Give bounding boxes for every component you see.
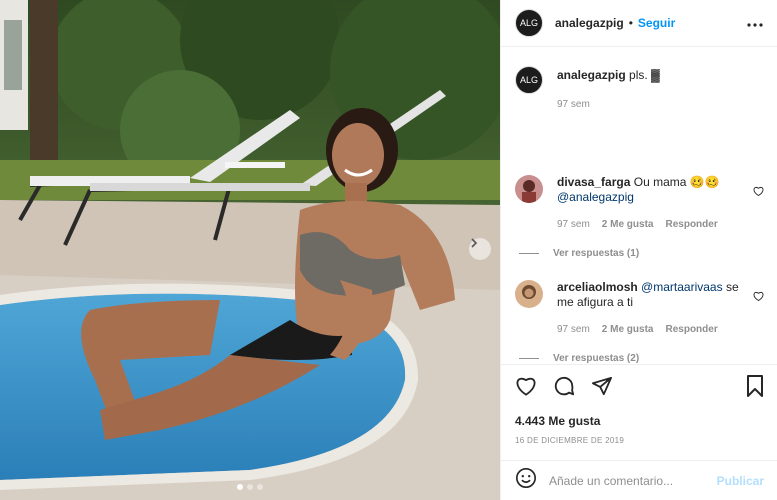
reply-button[interactable]: Responder <box>665 217 717 232</box>
caption: ALG analegazpig pls. ▓ 97 sem <box>515 66 764 112</box>
share-icon[interactable] <box>591 376 613 401</box>
comment-mention[interactable]: @analegazpig <box>557 190 634 204</box>
comments-list[interactable]: ALG analegazpig pls. ▓ 97 sem divasa_far… <box>501 48 777 364</box>
avatar[interactable] <box>515 175 543 203</box>
separator-dot: • <box>628 16 633 30</box>
comment-input[interactable]: Añade un comentario... <box>549 474 717 488</box>
post-date[interactable]: 16 DE DICIEMBRE DE 2019 <box>501 428 777 445</box>
comment-time[interactable]: 97 sem <box>557 217 590 232</box>
emoji-icon[interactable] <box>515 467 537 494</box>
comment-like-icon[interactable] <box>753 183 764 201</box>
publish-button[interactable]: Publicar <box>717 474 764 488</box>
likes-count[interactable]: 4.443 Me gusta <box>501 402 777 428</box>
view-replies-button[interactable]: Ver respuestas (1) <box>519 248 764 259</box>
carousel-indicator <box>0 484 500 490</box>
post-side-panel: ALG analegazpig • Seguir ALG analegazpig… <box>500 0 777 500</box>
chevron-right-icon <box>471 238 478 248</box>
follow-button[interactable]: Seguir <box>638 16 675 30</box>
comment-item: arceliaolmosh @martaarivaas se me afigur… <box>515 280 764 364</box>
comment-username[interactable]: divasa_farga <box>557 175 630 189</box>
avatar[interactable]: ALG <box>515 66 543 94</box>
view-replies-button[interactable]: Ver respuestas (2) <box>519 353 764 364</box>
view-replies-label: Ver respuestas (1) <box>553 248 640 259</box>
comment-like-icon[interactable] <box>753 288 764 306</box>
next-image-button[interactable] <box>469 238 491 260</box>
avatar[interactable] <box>515 280 543 308</box>
comment-item: divasa_farga Ou mama 🥴🥴 @analegazpig 97 … <box>515 175 764 259</box>
caption-username[interactable]: analegazpig <box>557 68 626 82</box>
avatar[interactable]: ALG <box>515 9 543 37</box>
comment-text: Ou mama 🥴🥴 <box>633 175 720 189</box>
comment-username[interactable]: arceliaolmosh <box>557 280 638 294</box>
bookmark-icon[interactable] <box>746 375 764 402</box>
post-header: ALG analegazpig • Seguir <box>501 0 777 47</box>
pool-scene-image <box>0 0 500 500</box>
carousel-dot <box>237 484 243 490</box>
add-comment-bar: Añade un comentario... Publicar <box>501 460 777 500</box>
carousel-dot <box>257 484 263 490</box>
caption-time[interactable]: 97 sem <box>557 97 590 112</box>
more-options-icon[interactable] <box>747 18 763 28</box>
reply-button[interactable]: Responder <box>665 322 717 337</box>
carousel-dot <box>247 484 253 490</box>
comment-icon[interactable] <box>553 375 575 402</box>
post-photo[interactable] <box>0 0 500 500</box>
heart-icon[interactable] <box>515 376 537 401</box>
comment-mention[interactable]: @martaarivaas <box>641 280 723 294</box>
replies-divider <box>519 253 539 254</box>
comment-time[interactable]: 97 sem <box>557 322 590 337</box>
view-replies-label: Ver respuestas (2) <box>553 353 640 364</box>
comment-likes[interactable]: 2 Me gusta <box>602 217 654 232</box>
post-actions: 4.443 Me gusta 16 DE DICIEMBRE DE 2019 <box>501 364 777 445</box>
caption-text: pls. ▓ <box>629 68 660 82</box>
replies-divider <box>519 358 539 359</box>
author-username[interactable]: analegazpig <box>555 16 624 30</box>
comment-likes[interactable]: 2 Me gusta <box>602 322 654 337</box>
